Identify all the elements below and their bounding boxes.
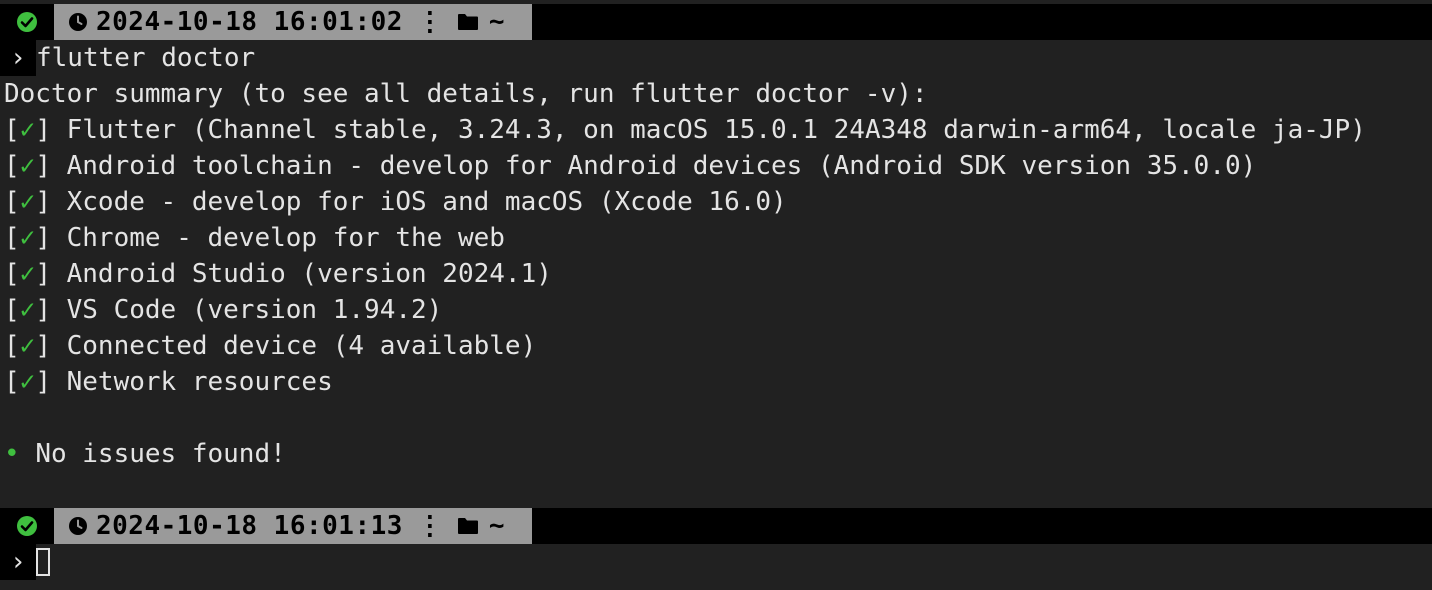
result-line: • No issues found! xyxy=(4,436,286,472)
folder-icon xyxy=(457,14,478,30)
prompt-info-segment: 2024-10-18 16:01:02 ⋮ ~ xyxy=(54,4,532,40)
check-text: Chrome - develop for the web xyxy=(66,223,505,253)
summary-header: Doctor summary (to see all details, run … xyxy=(4,79,928,109)
prompt-info-segment: 2024-10-18 16:01:13 ⋮ ~ xyxy=(54,508,532,544)
check-text: Connected device (4 available) xyxy=(66,331,537,361)
check-text: Network resources xyxy=(66,367,333,397)
separator: ⋮ xyxy=(416,7,443,37)
current-directory: ~ xyxy=(488,511,505,541)
check-circle-icon xyxy=(17,12,37,32)
check-mark-icon: ✓ xyxy=(19,295,36,325)
status-segment xyxy=(0,508,54,544)
check-row: [✓] Android toolchain - develop for Andr… xyxy=(4,151,1257,181)
timestamp: 2024-10-18 16:01:02 xyxy=(96,7,403,37)
prompt-bar: 2024-10-18 16:01:02 ⋮ ~ xyxy=(0,4,1432,40)
check-row: [✓] Network resources xyxy=(4,367,333,397)
check-mark-icon: ✓ xyxy=(19,223,36,253)
check-row: [✓] Android Studio (version 2024.1) xyxy=(4,259,552,289)
check-mark-icon: ✓ xyxy=(19,115,36,145)
check-mark-icon: ✓ xyxy=(19,331,36,361)
check-mark-icon: ✓ xyxy=(19,259,36,289)
folder-icon xyxy=(457,518,478,534)
command-text: flutter doctor xyxy=(36,43,256,73)
prompt-arrow: › xyxy=(0,40,36,76)
check-text: Android toolchain - develop for Android … xyxy=(66,151,1257,181)
check-row: [✓] Flutter (Channel stable, 3.24.3, on … xyxy=(4,115,1366,145)
terminal-cursor[interactable] xyxy=(36,548,50,576)
timestamp: 2024-10-18 16:01:13 xyxy=(96,511,403,541)
current-directory: ~ xyxy=(488,7,505,37)
check-mark-icon: ✓ xyxy=(19,187,36,217)
check-text: Xcode - develop for iOS and macOS (Xcode… xyxy=(66,187,787,217)
check-mark-icon: ✓ xyxy=(19,151,36,181)
check-row: [✓] VS Code (version 1.94.2) xyxy=(4,295,443,325)
clock-icon xyxy=(69,517,87,535)
check-row: [✓] Connected device (4 available) xyxy=(4,331,537,361)
bullet-icon: • xyxy=(4,439,20,469)
prompt-bar: 2024-10-18 16:01:13 ⋮ ~ xyxy=(0,508,1432,544)
check-mark-icon: ✓ xyxy=(19,367,36,397)
separator: ⋮ xyxy=(416,511,443,541)
check-row: [✓] Xcode - develop for iOS and macOS (X… xyxy=(4,187,787,217)
check-text: VS Code (version 1.94.2) xyxy=(66,295,443,325)
prompt-arrow: › xyxy=(0,544,36,580)
clock-icon xyxy=(69,13,87,31)
check-text: Android Studio (version 2024.1) xyxy=(66,259,552,289)
check-circle-icon xyxy=(17,516,37,536)
result-text: No issues found! xyxy=(35,439,286,469)
status-segment xyxy=(0,4,54,40)
check-row: [✓] Chrome - develop for the web xyxy=(4,223,505,253)
check-text: Flutter (Channel stable, 3.24.3, on macO… xyxy=(66,115,1366,145)
